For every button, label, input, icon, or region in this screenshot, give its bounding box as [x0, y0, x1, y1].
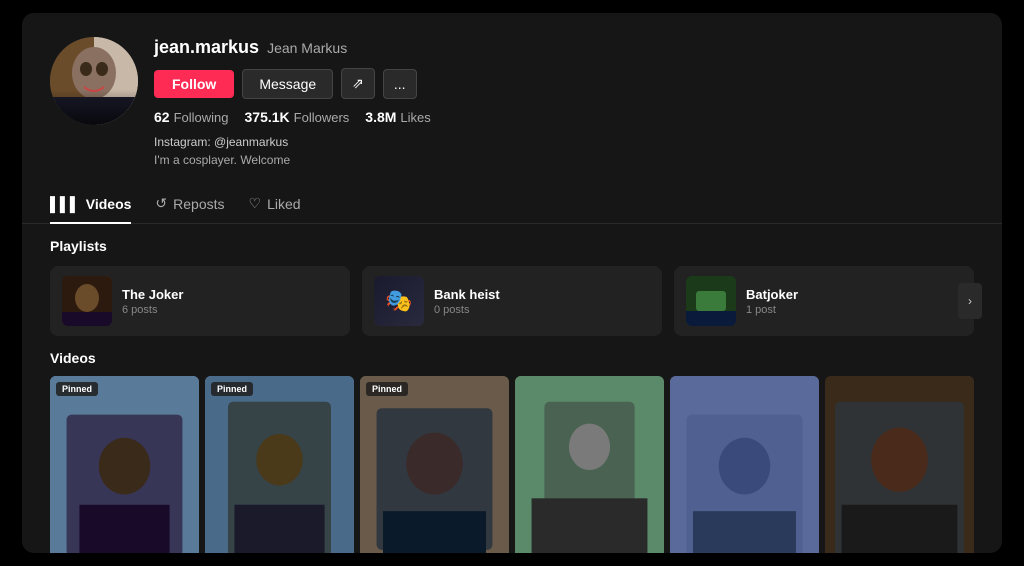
videos-tab-icon: ▌▌▌	[50, 196, 80, 212]
video-thumbnail-5	[670, 376, 819, 553]
action-buttons: Follow Message ⇗ ...	[154, 68, 974, 99]
playlists-title: Playlists	[50, 238, 974, 254]
video-thumbnail-3	[360, 376, 509, 553]
more-button[interactable]: ...	[383, 69, 417, 99]
share-button[interactable]: ⇗	[341, 68, 375, 99]
username: jean.markus	[154, 37, 259, 58]
username-row: jean.markus Jean Markus	[154, 37, 974, 58]
playlist-name-joker: The Joker	[122, 287, 338, 302]
chevron-right-icon: ›	[968, 294, 972, 308]
followers-stat[interactable]: 375.1K Followers	[245, 109, 350, 125]
tab-videos-label: Videos	[86, 196, 132, 212]
tab-liked-label: Liked	[267, 196, 300, 212]
tab-reposts[interactable]: ↺ Reposts	[155, 185, 224, 224]
instagram-link[interactable]: Instagram: @jeanmarkus	[154, 133, 974, 151]
playlist-count-batjoker: 1 post	[746, 304, 962, 316]
message-button[interactable]: Message	[242, 69, 333, 99]
video-card-1[interactable]: Pinned ▷ 505.1K	[50, 376, 199, 553]
tab-reposts-label: Reposts	[173, 196, 224, 212]
playlist-thumb-batjoker	[686, 276, 736, 326]
playlist-count-joker: 6 posts	[122, 304, 338, 316]
playlist-name-batjoker: Batjoker	[746, 287, 962, 302]
bio-text: I'm a cosplayer. Welcome	[154, 151, 974, 169]
likes-stat: 3.8M Likes	[365, 109, 430, 125]
tab-videos[interactable]: ▌▌▌ Videos	[50, 186, 131, 224]
video-thumbnail-1	[50, 376, 199, 553]
reposts-tab-icon: ↺	[155, 195, 167, 212]
pinned-badge-3: Pinned	[366, 382, 408, 396]
video-thumbnail-4	[515, 376, 664, 553]
playlists-next-button[interactable]: ›	[958, 283, 982, 319]
video-card-4[interactable]: ▷ 599.8K	[515, 376, 664, 553]
playlist-info-joker: The Joker 6 posts	[122, 287, 338, 316]
tab-liked[interactable]: ♡ Liked	[249, 185, 301, 224]
videos-title: Videos	[50, 350, 974, 366]
playlist-info-batjoker: Batjoker 1 post	[746, 287, 962, 316]
following-label: Following	[174, 110, 229, 125]
video-thumbnail-2	[205, 376, 354, 553]
playlist-card-bank[interactable]: 🎭 Bank heist 0 posts	[362, 266, 662, 336]
share-icon: ⇗	[352, 75, 364, 92]
video-card-3[interactable]: Pinned ▷ 597.5K	[360, 376, 509, 553]
likes-label: Likes	[400, 110, 430, 125]
following-count: 62	[154, 109, 170, 125]
bank-icon: 🎭	[385, 288, 412, 314]
avatar-image	[50, 37, 138, 125]
playlist-count-bank: 0 posts	[434, 304, 650, 316]
playlist-card-joker[interactable]: The Joker 6 posts	[50, 266, 350, 336]
playlist-card-batjoker[interactable]: Batjoker 1 post	[674, 266, 974, 336]
videos-section: Videos Pinned ▷ 505.1K	[22, 350, 1002, 553]
pinned-badge-2: Pinned	[211, 382, 253, 396]
avatar	[50, 37, 138, 125]
playlists-row: The Joker 6 posts 🎭 Bank heist 0 posts	[50, 266, 974, 336]
pinned-badge-1: Pinned	[56, 382, 98, 396]
video-card-2[interactable]: Pinned ▷ 1M	[205, 376, 354, 553]
likes-count: 3.8M	[365, 109, 396, 125]
videos-grid: Pinned ▷ 505.1K Pinned	[50, 376, 974, 553]
playlist-thumb-bank: 🎭	[374, 276, 424, 326]
follow-button[interactable]: Follow	[154, 70, 234, 98]
playlist-thumb-joker	[62, 276, 112, 326]
video-thumbnail-6	[825, 376, 974, 553]
bio-section: Instagram: @jeanmarkus I'm a cosplayer. …	[154, 133, 974, 169]
profile-info: jean.markus Jean Markus Follow Message ⇗…	[154, 37, 974, 169]
followers-label: Followers	[294, 110, 350, 125]
app-window: jean.markus Jean Markus Follow Message ⇗…	[22, 13, 1002, 553]
profile-header: jean.markus Jean Markus Follow Message ⇗…	[22, 13, 1002, 185]
video-card-6[interactable]: ▷ 3M	[825, 376, 974, 553]
playlists-section: Playlists The Joker 6 posts	[22, 224, 1002, 350]
playlist-name-bank: Bank heist	[434, 287, 650, 302]
stats-row: 62 Following 375.1K Followers 3.8M Likes	[154, 109, 974, 125]
video-card-5[interactable]: ▷ 1.6M	[670, 376, 819, 553]
following-stat[interactable]: 62 Following	[154, 109, 229, 125]
more-icon: ...	[394, 76, 406, 92]
display-name: Jean Markus	[267, 40, 347, 56]
followers-count: 375.1K	[245, 109, 290, 125]
tabs-bar: ▌▌▌ Videos ↺ Reposts ♡ Liked	[22, 185, 1002, 224]
liked-tab-icon: ♡	[249, 195, 262, 212]
playlist-info-bank: Bank heist 0 posts	[434, 287, 650, 316]
